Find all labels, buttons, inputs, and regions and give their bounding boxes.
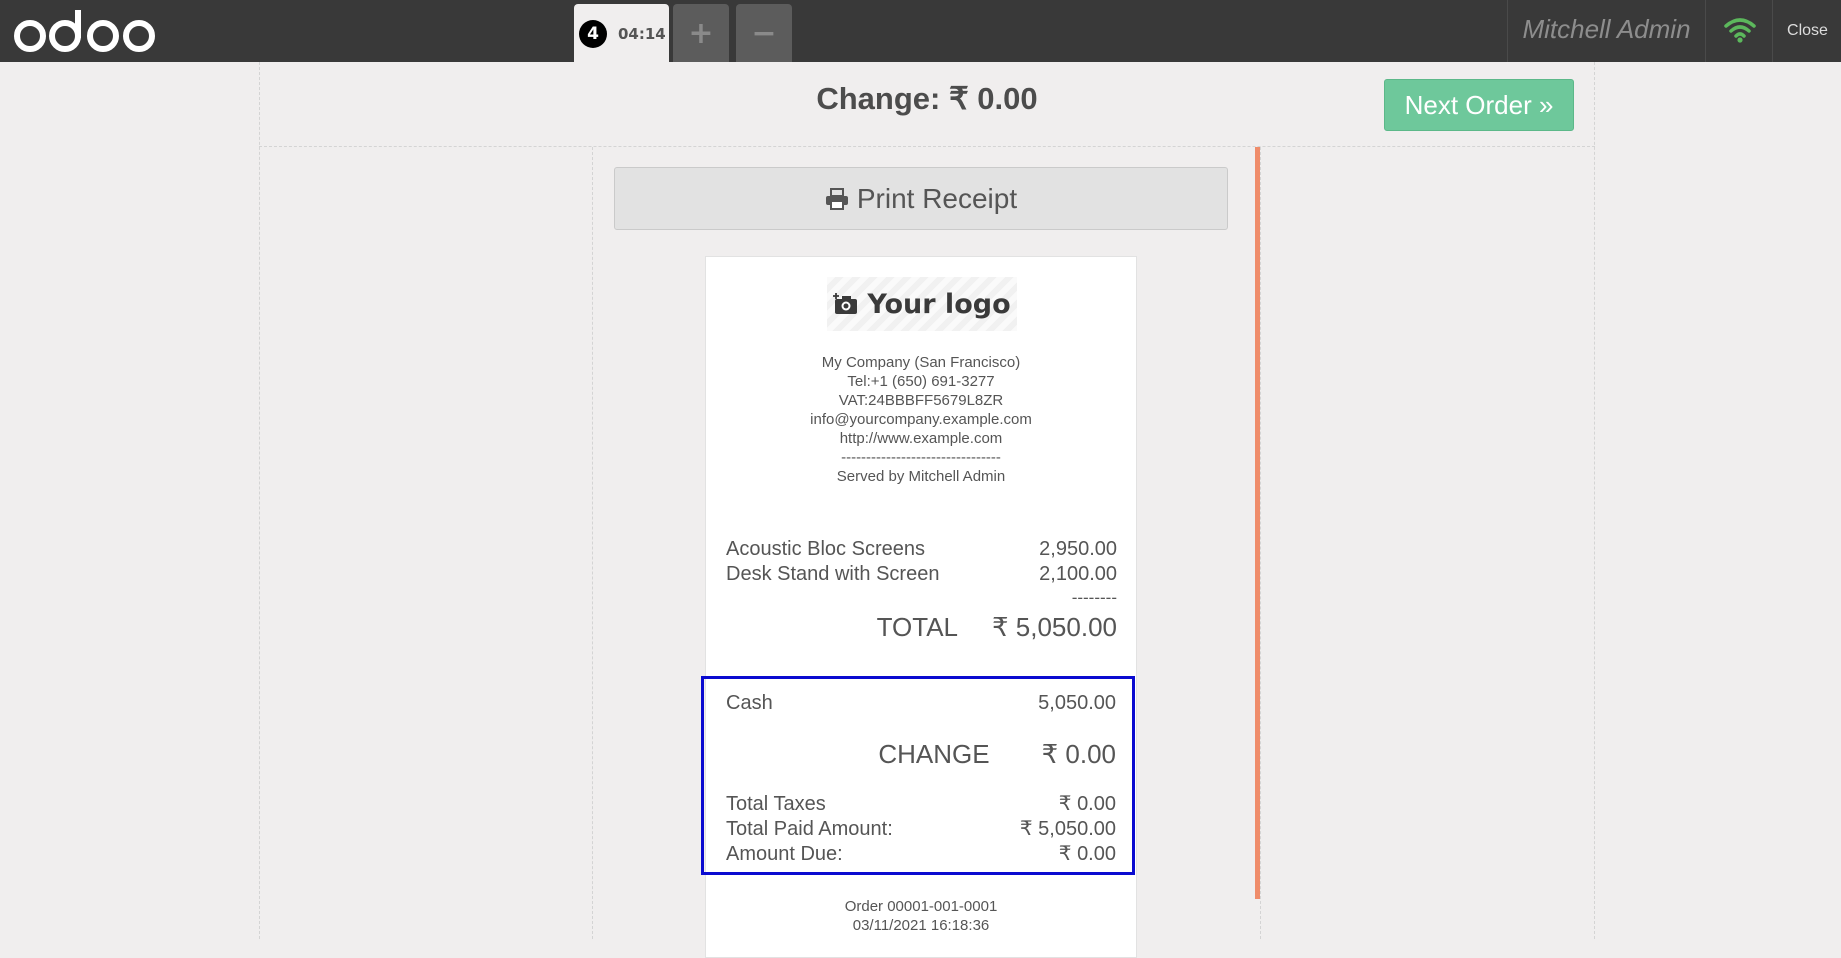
remove-order-button[interactable]: − <box>736 4 792 62</box>
payment-amount: 5,050.00 <box>1038 692 1116 714</box>
tax-summary: Total Taxes ₹ 0.00 Total Paid Amount: ₹ … <box>726 792 1116 867</box>
total-value: ₹ 5,050.00 <box>992 612 1117 642</box>
summary-label: Total Taxes <box>726 793 826 815</box>
summary-line: Total Paid Amount: ₹ 5,050.00 <box>726 817 1116 842</box>
camera-plus-icon <box>833 293 858 314</box>
add-order-button[interactable]: + <box>673 4 729 62</box>
order-footer: Order 00001-001-0001 03/11/2021 16:18:36 <box>706 897 1136 935</box>
header-divider <box>259 146 1595 147</box>
change-value: ₹ 0.00 <box>1041 739 1116 769</box>
company-email: info@yourcompany.example.com <box>810 411 1032 428</box>
pane-highlight-bar <box>1255 147 1260 899</box>
order-line-name: Acoustic Bloc Screens <box>726 538 925 560</box>
logo-placeholder[interactable]: Your logo <box>827 277 1017 331</box>
payment-line: Cash 5,050.00 <box>726 691 1116 716</box>
summary-line: Amount Due: ₹ 0.00 <box>726 842 1116 867</box>
company-vat: VAT:24BBBFF5679L8ZR <box>838 392 1004 409</box>
order-number-badge: 4 <box>579 20 607 48</box>
company-info: My Company (San Francisco) Tel:+1 (650) … <box>706 353 1136 486</box>
company-website: http://www.example.com <box>839 430 1003 447</box>
right-pane-border <box>1260 147 1261 939</box>
order-date: 03/11/2021 16:18:36 <box>852 917 990 934</box>
printer-icon <box>825 187 848 210</box>
close-button[interactable]: Close <box>1772 0 1841 62</box>
order-line: Desk Stand with Screen 2,100.00 <box>726 562 1117 587</box>
username: Mitchell Admin <box>1522 14 1691 44</box>
order-line-price: 2,950.00 <box>1039 538 1117 560</box>
receipt: Your logo My Company (San Francisco) Tel… <box>701 256 1137 958</box>
total-label: TOTAL <box>876 612 959 642</box>
frame-right-border <box>1594 62 1595 939</box>
total-separator: -------- <box>1071 588 1117 607</box>
company-phone: Tel:+1 (650) 691-3277 <box>847 373 995 390</box>
payment-summary-highlight: Cash 5,050.00 CHANGE ₹ 0.00 Total Taxes … <box>701 676 1135 875</box>
odoo-logo <box>14 10 155 52</box>
summary-value: ₹ 5,050.00 <box>1019 818 1116 840</box>
payment-summary: Cash 5,050.00 CHANGE ₹ 0.00 Total Taxes … <box>726 691 1116 867</box>
user-cell[interactable]: Mitchell Admin <box>1507 0 1706 62</box>
logo-placeholder-label: Your logo <box>867 288 1011 320</box>
change-row: CHANGE ₹ 0.00 <box>726 736 1116 772</box>
left-pane-border <box>592 147 593 939</box>
change-label: CHANGE <box>878 739 990 769</box>
summary-line: Total Taxes ₹ 0.00 <box>726 792 1116 817</box>
order-line: Acoustic Bloc Screens 2,950.00 <box>726 537 1117 562</box>
order-time: 04:14 <box>618 25 666 43</box>
summary-value: ₹ 0.00 <box>1058 793 1116 815</box>
summary-label: Total Paid Amount: <box>726 818 893 840</box>
order-line-name: Desk Stand with Screen <box>726 563 940 585</box>
next-order-button[interactable]: Next Order » <box>1384 79 1574 131</box>
print-receipt-label: Print Receipt <box>856 182 1018 214</box>
served-by: Served by Mitchell Admin <box>836 468 1006 485</box>
order-lines: Acoustic Bloc Screens 2,950.00 Desk Stan… <box>726 537 1117 646</box>
summary-label: Amount Due: <box>726 843 843 865</box>
order-line-price: 2,100.00 <box>1039 563 1117 585</box>
wifi-icon <box>1724 18 1756 43</box>
print-receipt-button[interactable]: Print Receipt <box>614 167 1228 230</box>
total-row: TOTAL ₹ 5,050.00 <box>726 608 1117 646</box>
payment-method: Cash <box>726 692 773 714</box>
frame-left-border <box>259 62 260 939</box>
order-tab[interactable]: 4 04:14 <box>574 4 669 62</box>
summary-value: ₹ 0.00 <box>1058 843 1116 865</box>
company-name: My Company (San Francisco) <box>821 354 1021 371</box>
company-separator: -------------------------------- <box>841 449 1001 466</box>
order-reference: Order 00001-001-0001 <box>844 898 998 915</box>
pos-topbar: 4 04:14 + − Mitchell Admin Close <box>0 0 1841 62</box>
